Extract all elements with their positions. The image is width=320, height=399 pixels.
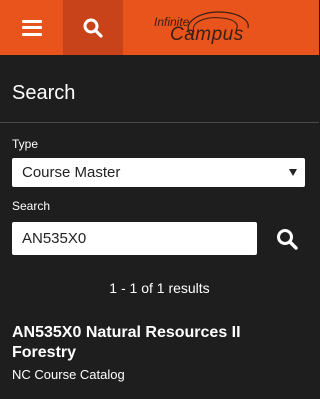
top-bar: Infinite Campus <box>0 0 319 55</box>
infinite-campus-logo[interactable]: Infinite Campus <box>150 6 260 50</box>
logo-text-campus: Campus <box>170 24 244 45</box>
result-item[interactable]: AN535X0 Natural Resources II Forestry NC… <box>12 323 307 382</box>
search-label: Search <box>12 199 51 213</box>
hamburger-menu-icon <box>21 19 42 36</box>
result-title[interactable]: AN535X0 Natural Resources II Forestry <box>12 323 307 363</box>
results-count: 1 - 1 of 1 results <box>109 280 210 296</box>
type-select[interactable]: Course Master <box>12 158 305 187</box>
menu-button[interactable] <box>0 0 63 55</box>
type-label: Type <box>12 137 39 151</box>
result-subtitle: NC Course Catalog <box>12 367 125 382</box>
page-title: Search <box>12 82 76 104</box>
divider <box>0 122 319 123</box>
dropdown-caret-icon <box>289 169 297 176</box>
search-nav-button[interactable] <box>63 0 123 55</box>
search-icon <box>277 229 298 250</box>
type-select-value: Course Master <box>22 164 121 181</box>
search-input[interactable] <box>12 222 257 255</box>
search-submit-button[interactable] <box>270 222 304 256</box>
search-icon <box>83 18 103 38</box>
